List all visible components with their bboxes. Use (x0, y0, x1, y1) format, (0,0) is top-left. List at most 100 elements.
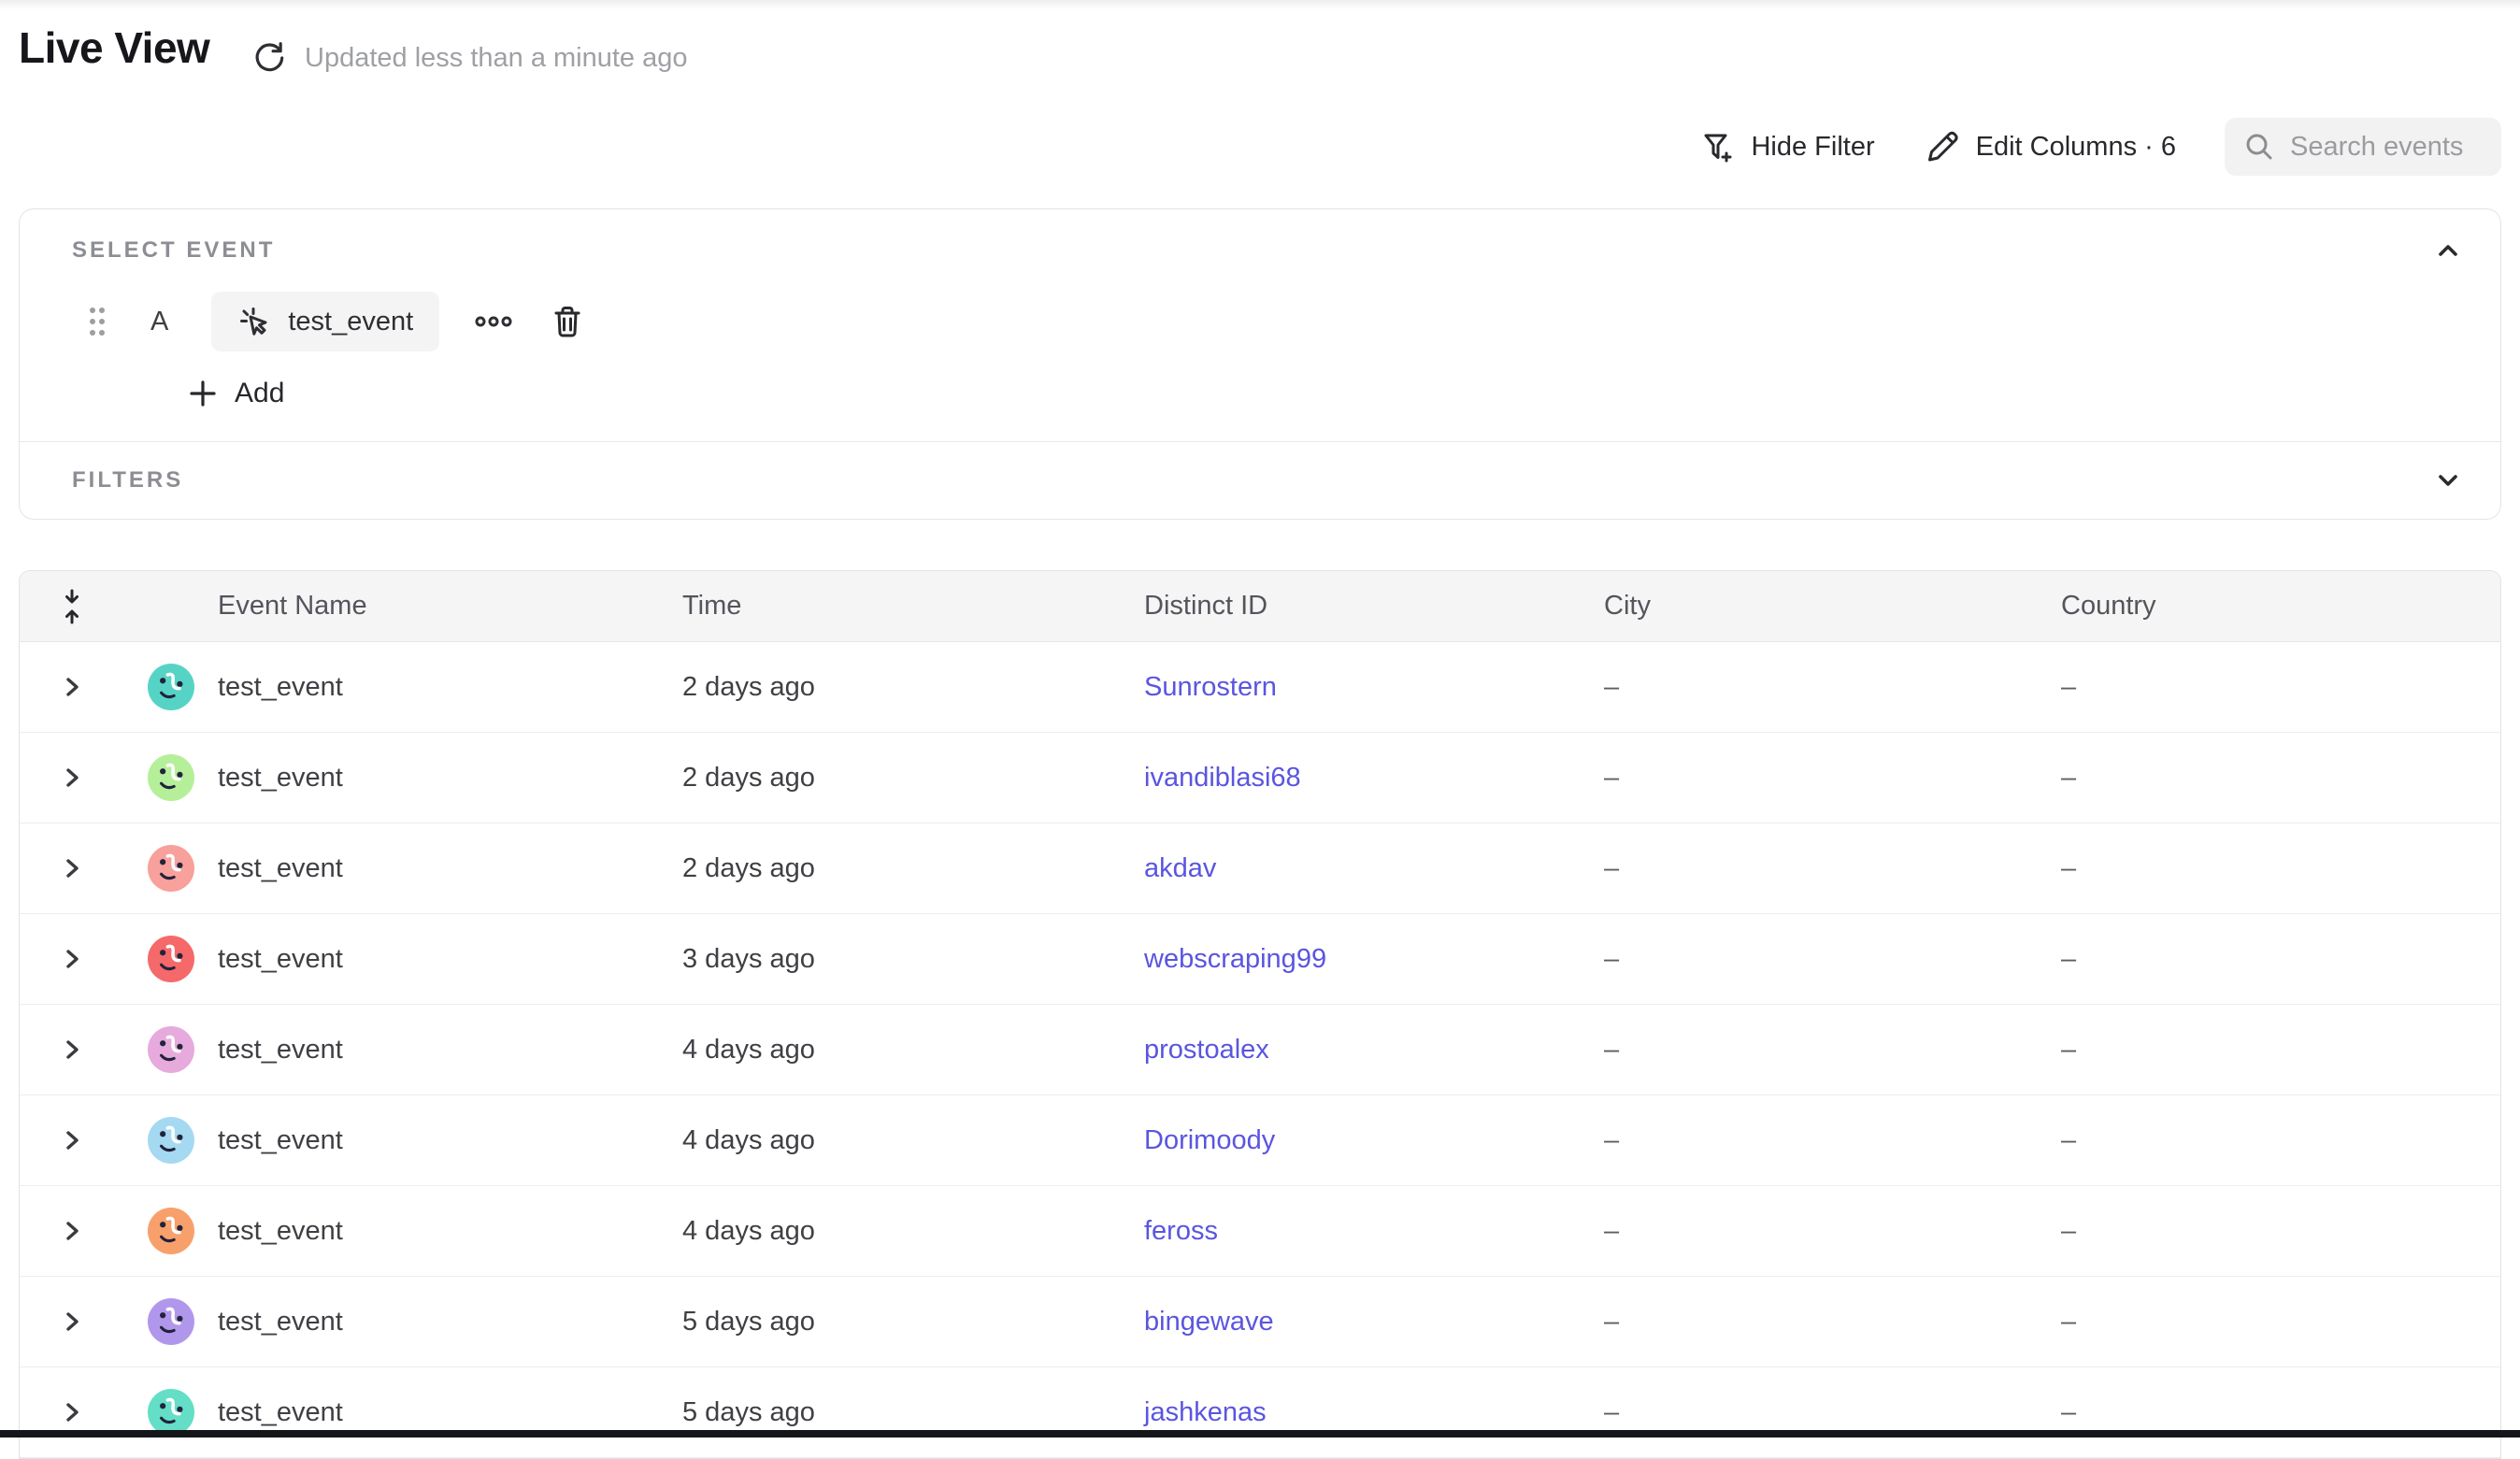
expand-row-button[interactable] (51, 1210, 93, 1252)
expand-row-button[interactable] (51, 1301, 93, 1342)
filters-expand-button[interactable] (2429, 462, 2467, 499)
table-row[interactable]: test_event 2 days ago akdav – – (20, 823, 2500, 914)
city-cell: – (1604, 853, 2061, 884)
collapse-all-rows-button[interactable] (51, 586, 93, 627)
table-row[interactable]: test_event 2 days ago Sunrostern – – (20, 642, 2500, 733)
user-avatar (148, 1026, 194, 1073)
filters-label: FILTERS (72, 467, 183, 493)
time-cell: 2 days ago (682, 763, 1144, 794)
add-event-button[interactable]: Add (188, 378, 284, 409)
event-name-cell: test_event (218, 1307, 682, 1337)
city-cell: – (1604, 1397, 2061, 1428)
search-box[interactable] (2225, 118, 2501, 176)
page-title: Live View (19, 22, 209, 73)
refresh-button[interactable] (249, 37, 290, 79)
event-name-cell: test_event (218, 1125, 682, 1156)
distinct-id-link[interactable]: akdav (1144, 853, 1216, 883)
drag-handle-icon[interactable] (85, 305, 109, 338)
time-cell: 4 days ago (682, 1125, 1144, 1156)
country-cell: – (2061, 1307, 2500, 1337)
time-cell: 3 days ago (682, 944, 1144, 975)
time-cell: 5 days ago (682, 1397, 1144, 1428)
expand-row-button[interactable] (51, 1029, 93, 1070)
time-cell: 2 days ago (682, 672, 1144, 703)
expand-row-button[interactable] (51, 938, 93, 980)
updated-status: Updated less than a minute ago (305, 43, 688, 74)
distinct-id-link[interactable]: webscraping99 (1144, 944, 1326, 974)
expand-row-button[interactable] (51, 1120, 93, 1161)
search-icon (2243, 131, 2275, 163)
table-row[interactable]: test_event 2 days ago ivandiblasi68 – – (20, 733, 2500, 823)
table-row[interactable]: test_event 3 days ago webscraping99 – – (20, 914, 2500, 1005)
expand-row-button[interactable] (51, 848, 93, 889)
user-avatar (148, 845, 194, 892)
toolbar: Hide Filter Edit Columns · 6 (1698, 118, 2501, 176)
plus-icon (188, 379, 218, 408)
trash-icon (550, 303, 585, 340)
column-header-event-name[interactable]: Event Name (218, 591, 682, 622)
city-cell: – (1604, 672, 2061, 703)
country-cell: – (2061, 944, 2500, 975)
country-cell: – (2061, 1035, 2500, 1066)
country-cell: – (2061, 1125, 2500, 1156)
column-header-distinct-id[interactable]: Distinct ID (1144, 591, 1604, 622)
query-builder-card: SELECT EVENT A (19, 208, 2501, 520)
event-row: A test_event (72, 292, 2463, 351)
country-cell: – (2061, 1216, 2500, 1247)
ellipsis-icon (475, 315, 512, 328)
table-row[interactable]: test_event 5 days ago bingewave – – (20, 1277, 2500, 1367)
edit-columns-button[interactable]: Edit Columns · 6 (1924, 128, 2176, 165)
distinct-id-link[interactable]: prostoalex (1144, 1035, 1269, 1065)
event-letter: A (150, 307, 168, 337)
table-body: test_event 2 days ago Sunrostern – – tes… (20, 642, 2500, 1458)
distinct-id-link[interactable]: feross (1144, 1216, 1218, 1246)
table-row[interactable]: test_event 4 days ago feross – – (20, 1186, 2500, 1277)
distinct-id-link[interactable]: Dorimoody (1144, 1125, 1275, 1155)
chevron-down-icon (2434, 466, 2462, 494)
distinct-id-link[interactable]: Sunrostern (1144, 672, 1277, 702)
event-name-cell: test_event (218, 763, 682, 794)
table-row[interactable]: test_event 4 days ago Dorimoody – – (20, 1095, 2500, 1186)
chevron-right-icon (61, 1127, 83, 1153)
time-cell: 2 days ago (682, 853, 1144, 884)
chevron-up-icon (2434, 236, 2462, 265)
city-cell: – (1604, 944, 2061, 975)
distinct-id-link[interactable]: bingewave (1144, 1307, 1274, 1337)
table-row[interactable]: test_event 4 days ago prostoalex – – (20, 1005, 2500, 1095)
city-cell: – (1604, 1307, 2061, 1337)
city-cell: – (1604, 1216, 2061, 1247)
event-name-cell: test_event (218, 1035, 682, 1066)
event-name-cell: test_event (218, 1397, 682, 1428)
column-header-country[interactable]: Country (2061, 591, 2500, 622)
select-event-section: SELECT EVENT A (20, 209, 2500, 441)
country-cell: – (2061, 853, 2500, 884)
expand-row-button[interactable] (51, 1392, 93, 1433)
event-select-button[interactable]: test_event (211, 292, 439, 351)
cursor-click-icon (237, 305, 271, 338)
expand-row-button[interactable] (51, 666, 93, 708)
event-delete-button[interactable] (550, 303, 585, 340)
hide-filter-button[interactable]: Hide Filter (1698, 128, 1874, 165)
search-input[interactable] (2290, 132, 2483, 163)
add-label: Add (235, 378, 284, 409)
city-cell: – (1604, 1035, 2061, 1066)
user-avatar (148, 936, 194, 982)
column-header-city[interactable]: City (1604, 591, 2061, 622)
chevron-right-icon (61, 1037, 83, 1063)
distinct-id-link[interactable]: ivandiblasi68 (1144, 763, 1301, 793)
select-event-collapse-button[interactable] (2429, 232, 2467, 269)
user-avatar (148, 1298, 194, 1345)
time-cell: 5 days ago (682, 1307, 1144, 1337)
column-header-time[interactable]: Time (682, 591, 1144, 622)
filters-section: FILTERS (20, 442, 2500, 519)
select-event-label: SELECT EVENT (72, 237, 275, 263)
chevron-right-icon (61, 1218, 83, 1244)
country-cell: – (2061, 763, 2500, 794)
distinct-id-link[interactable]: jashkenas (1144, 1397, 1267, 1427)
edit-columns-label: Edit Columns · 6 (1976, 132, 2176, 163)
table-row[interactable]: test_event 5 days ago jashkenas – – (20, 1367, 2500, 1458)
expand-row-button[interactable] (51, 757, 93, 798)
collapse-vertical-icon (56, 588, 88, 625)
window-top-shade (0, 0, 2520, 9)
event-more-options-button[interactable] (475, 315, 512, 328)
